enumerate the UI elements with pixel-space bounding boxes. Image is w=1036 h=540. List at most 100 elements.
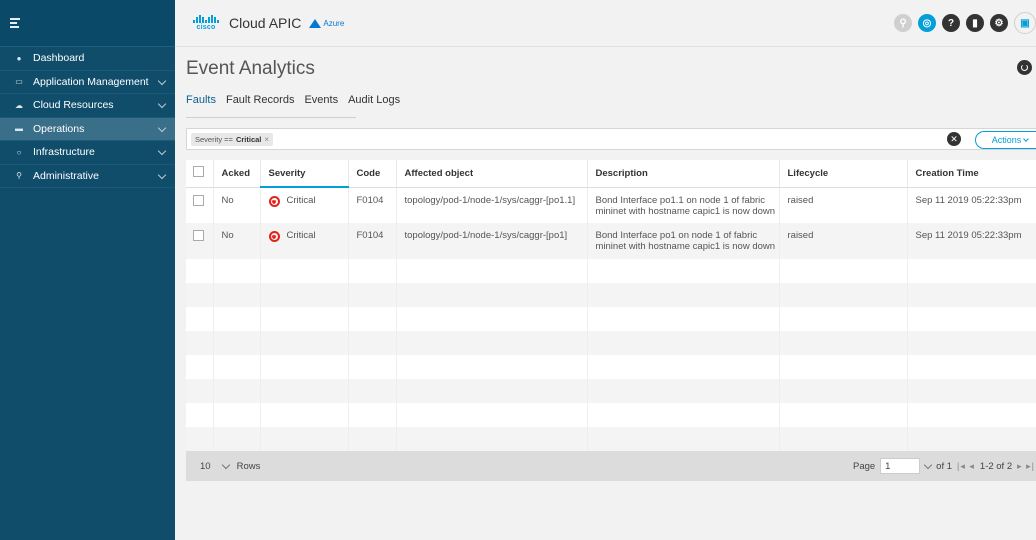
empty-cell [907, 379, 1036, 403]
empty-cell [587, 355, 780, 379]
sidebar-item-administrative[interactable]: ⚲ Administrative [0, 165, 175, 188]
description-cell: Bond Interface po1.1 on node 1 of fabric… [587, 187, 780, 223]
chip-close-icon[interactable]: × [264, 135, 269, 144]
column-header-severity[interactable]: Severity [260, 160, 349, 188]
empty-row [186, 355, 1036, 379]
pagination-bar: 10 Rows Page 1 of 1 |◂ ◂ 1-2 of 2 ▸ ▸| [186, 451, 1036, 481]
empty-cell [907, 331, 1036, 355]
acked-cell: No [213, 187, 261, 223]
empty-cell [348, 283, 397, 307]
tab-fault-records[interactable]: Fault Records [226, 94, 294, 109]
chevron-down-icon[interactable] [923, 460, 933, 469]
empty-cell [186, 259, 214, 283]
sidebar-item-label: Infrastructure [33, 146, 95, 159]
column-header-description[interactable]: Description [587, 160, 780, 188]
sidebar-item-label: Operations [33, 122, 85, 135]
filter-chip[interactable]: Severity == Critical × [191, 132, 274, 146]
sidebar-item-dashboard[interactable]: ● Dashboard [0, 47, 175, 71]
page-range: 1-2 of 2 [979, 460, 1013, 472]
empty-cell [907, 307, 1036, 331]
page-number-input[interactable]: 1 [880, 458, 921, 474]
empty-cell [260, 307, 349, 331]
chevron-down-icon [221, 460, 230, 469]
prev-page-icon[interactable]: |◂ ◂ [957, 461, 975, 472]
column-header-affected-object[interactable]: Affected object [396, 160, 588, 188]
empty-cell [186, 403, 214, 427]
empty-cell [186, 331, 214, 355]
empty-cell [396, 379, 588, 403]
main-content: Event Analytics Faults Fault Records Event… [175, 47, 1036, 540]
empty-cell [348, 379, 397, 403]
azure-badge: Azure [309, 18, 345, 28]
cisco-logo: cisco [193, 15, 219, 31]
empty-row [186, 259, 1036, 283]
empty-cell [213, 307, 261, 331]
rows-per-page-select[interactable]: 10 [196, 458, 233, 475]
column-header-lifecycle[interactable]: Lifecycle [779, 160, 908, 188]
empty-cell [779, 379, 908, 403]
creation-time-cell: Sep 11 2019 05:22:33pm [907, 187, 1036, 223]
user-icon[interactable]: ▣ [1014, 12, 1036, 34]
next-page-icon[interactable]: ▸ ▸| [1017, 461, 1035, 472]
actions-button[interactable]: Actions [975, 131, 1036, 149]
column-header-creation-time[interactable]: Creation Time [907, 160, 1036, 188]
empty-cell [587, 307, 780, 331]
sidebar: ● Dashboard ▭ Application Management ☁ Cloud … [0, 0, 175, 540]
empty-cell [587, 331, 780, 355]
empty-cell [213, 379, 261, 403]
help-icon[interactable]: ? [942, 14, 960, 32]
empty-cell [779, 355, 908, 379]
row-select-cell [186, 187, 214, 223]
empty-cell [348, 259, 397, 283]
tab-faults[interactable]: Faults [186, 94, 216, 109]
rows-label: Rows [236, 460, 261, 472]
sidebar-item-operations[interactable]: ▬ Operations [0, 117, 175, 141]
settings-icon[interactable]: ⚙ [990, 14, 1008, 32]
faults-table: Acked Severity Code Affected object Desc… [186, 160, 1036, 451]
table-row[interactable]: No Critical F0104 topology/pod-1/node-1/sys… [186, 223, 1036, 259]
empty-cell [186, 355, 214, 379]
sidebar-item-infrastructure[interactable]: ○ Infrastructure [0, 141, 175, 165]
empty-cell [213, 259, 261, 283]
filter-bar[interactable]: Severity == Critical × ✕ Actions [186, 128, 1036, 150]
page-title: Event Analytics [186, 58, 315, 79]
empty-cell [186, 283, 214, 307]
sidebar-item-application-management[interactable]: ▭ Application Management [0, 71, 175, 94]
empty-row [186, 427, 1036, 451]
page-number-value: 1 [885, 460, 891, 472]
bookmark-icon[interactable]: ▮ [966, 14, 984, 32]
column-header-acked[interactable]: Acked [213, 160, 261, 188]
menu-icon[interactable] [10, 18, 20, 28]
sidebar-item-label: Dashboard [33, 52, 85, 65]
azure-label: Azure [323, 18, 345, 28]
select-all-checkbox[interactable] [193, 166, 204, 178]
tab-audit-logs[interactable]: Audit Logs [348, 94, 400, 109]
page-label: Page [852, 460, 876, 472]
row-checkbox[interactable] [193, 194, 204, 206]
search-icon[interactable]: ⚲ [894, 14, 912, 32]
empty-cell [779, 331, 908, 355]
sidebar-item-cloud-resources[interactable]: ☁ Cloud Resources [0, 94, 175, 118]
affected-object-cell: topology/pod-1/node-1/sys/caggr-[po1.1] [396, 187, 588, 223]
filter-chip-value: Critical [235, 134, 262, 144]
admin-icon: ⚲ [16, 171, 22, 181]
empty-row [186, 403, 1036, 427]
empty-cell [396, 331, 588, 355]
empty-cell [186, 307, 214, 331]
table-row[interactable]: No Critical F0104 topology/pod-1/node-1/sys… [186, 187, 1036, 223]
refresh-icon[interactable] [1017, 60, 1032, 75]
acked-cell: No [213, 223, 261, 259]
tab-events[interactable]: Events [304, 94, 338, 109]
column-header-code[interactable]: Code [348, 160, 397, 188]
empty-cell [779, 403, 908, 427]
clear-filter-icon[interactable]: ✕ [947, 132, 961, 146]
lifecycle-cell: raised [779, 187, 908, 223]
lifecycle-cell: raised [779, 223, 908, 259]
empty-cell [260, 355, 349, 379]
chevron-down-icon [1023, 136, 1030, 142]
rows-per-page-value: 10 [200, 460, 211, 472]
cloud-status-icon[interactable]: ◎ [918, 14, 936, 32]
row-checkbox[interactable] [193, 230, 204, 241]
empty-cell [907, 259, 1036, 283]
empty-cell [213, 427, 261, 451]
